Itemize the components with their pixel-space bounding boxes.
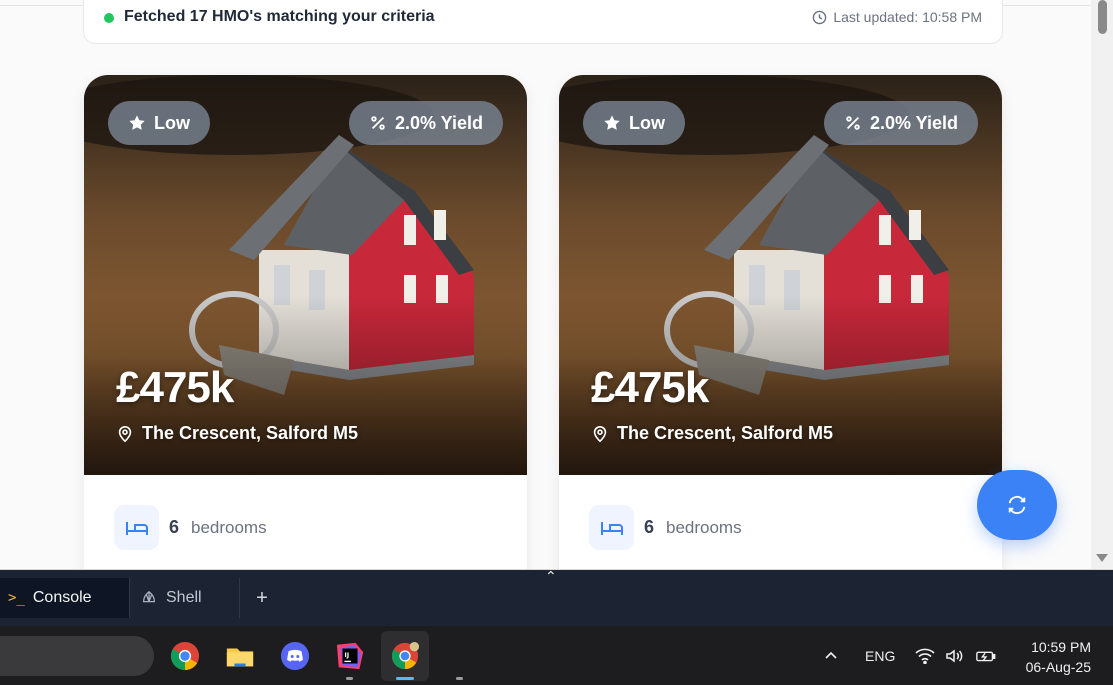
bed-icon-container xyxy=(114,505,159,550)
property-card[interactable]: Low 2.0% Yield £475k The Crescent, Salfo… xyxy=(84,75,527,569)
add-tab-button[interactable]: + xyxy=(240,578,284,618)
bed-icon xyxy=(600,521,623,535)
taskbar: IJ ENG 10:59 PM 06-Aug-25 xyxy=(0,626,1113,685)
map-pin-icon xyxy=(118,425,132,442)
tab-console-label: Console xyxy=(32,589,92,606)
property-address: The Crescent, Salford M5 xyxy=(116,423,358,444)
scroll-down-arrow-icon[interactable] xyxy=(1096,554,1108,562)
rating-label: Low xyxy=(154,112,190,133)
wifi-icon xyxy=(915,648,935,664)
discord-icon[interactable] xyxy=(278,639,312,673)
tab-console[interactable]: >_ Console xyxy=(0,578,130,618)
show-hidden-icons-chevron-icon[interactable] xyxy=(823,626,839,685)
svg-text:IJ: IJ xyxy=(344,651,349,659)
bedroom-label: bedrooms xyxy=(666,518,742,537)
yield-label: 2.0% Yield xyxy=(869,112,958,133)
file-explorer-icon[interactable] xyxy=(223,639,257,673)
refresh-button[interactable] xyxy=(977,470,1057,540)
rating-label: Low xyxy=(629,112,665,133)
property-card[interactable]: Low 2.0% Yield £475k The Crescent, Salfo… xyxy=(559,75,1002,569)
clock-date: 06-Aug-25 xyxy=(1025,659,1091,675)
battery-charging-icon xyxy=(976,651,996,661)
status-banner: Fetched 17 HMO's matching your criteria … xyxy=(83,0,1003,44)
clock-time: 10:59 PM xyxy=(1031,639,1091,655)
property-price: £475k xyxy=(591,363,709,412)
percent-icon xyxy=(371,116,385,130)
property-address: The Crescent, Salford M5 xyxy=(591,423,833,444)
app-indicator xyxy=(456,677,463,680)
property-image[interactable]: Low 2.0% Yield £475k The Crescent, Salfo… xyxy=(84,75,527,475)
property-price: £475k xyxy=(116,363,234,412)
volume-icon xyxy=(946,649,963,662)
tab-shell[interactable]: Shell xyxy=(130,578,240,618)
app-indicator xyxy=(346,677,353,680)
app-indicator-active xyxy=(396,677,414,680)
system-tray[interactable] xyxy=(915,626,997,685)
yield-label: 2.0% Yield xyxy=(394,112,483,133)
last-updated: Last updated: 10:58 PM xyxy=(812,9,982,25)
last-updated-text: Last updated: 10:58 PM xyxy=(833,9,982,25)
yield-badge: 2.0% Yield xyxy=(823,101,978,145)
tab-shell-label: Shell xyxy=(166,589,202,606)
refresh-icon xyxy=(1008,496,1026,514)
rating-badge: Low xyxy=(583,101,685,145)
bedroom-label: bedrooms xyxy=(191,518,267,537)
chrome-profile-icon[interactable] xyxy=(381,631,429,681)
intellij-icon[interactable]: IJ xyxy=(333,639,367,673)
card-body: 6 bedrooms xyxy=(559,475,1002,569)
page-scrollbar[interactable] xyxy=(1091,0,1113,569)
status-message: Fetched 17 HMO's matching your criteria xyxy=(124,8,435,25)
bedroom-count: 6 xyxy=(169,517,180,537)
map-pin-icon xyxy=(593,425,607,442)
address-text: The Crescent, Salford M5 xyxy=(142,423,359,443)
star-icon xyxy=(604,115,620,130)
yield-badge: 2.0% Yield xyxy=(348,101,503,145)
browser-viewport: Fetched 17 HMO's matching your criteria … xyxy=(0,0,1113,570)
system-clock[interactable]: 10:59 PM 06-Aug-25 xyxy=(1026,637,1091,677)
language-indicator[interactable]: ENG xyxy=(865,626,895,685)
bedroom-count: 6 xyxy=(644,517,655,537)
console-tabs: >_ Console Shell + xyxy=(0,578,284,618)
bed-icon xyxy=(125,521,148,535)
percent-icon xyxy=(846,116,860,130)
chrome-icon[interactable] xyxy=(168,639,202,673)
scrollbar-thumb[interactable] xyxy=(1098,0,1107,34)
terminal-prompt-icon: >_ xyxy=(8,590,25,606)
card-body: 6 bedrooms xyxy=(84,475,527,569)
clock-icon xyxy=(813,10,827,24)
rating-badge: Low xyxy=(108,101,210,145)
bed-icon-container xyxy=(589,505,634,550)
taskbar-search[interactable] xyxy=(0,636,154,676)
address-text: The Crescent, Salford M5 xyxy=(617,423,834,443)
collapse-panel-chevron-icon[interactable]: ⌃ xyxy=(545,568,557,585)
status-dot-icon xyxy=(104,13,114,23)
property-image[interactable]: Low 2.0% Yield £475k The Crescent, Salfo… xyxy=(559,75,1002,475)
star-icon xyxy=(129,115,145,130)
shell-icon xyxy=(142,590,156,603)
